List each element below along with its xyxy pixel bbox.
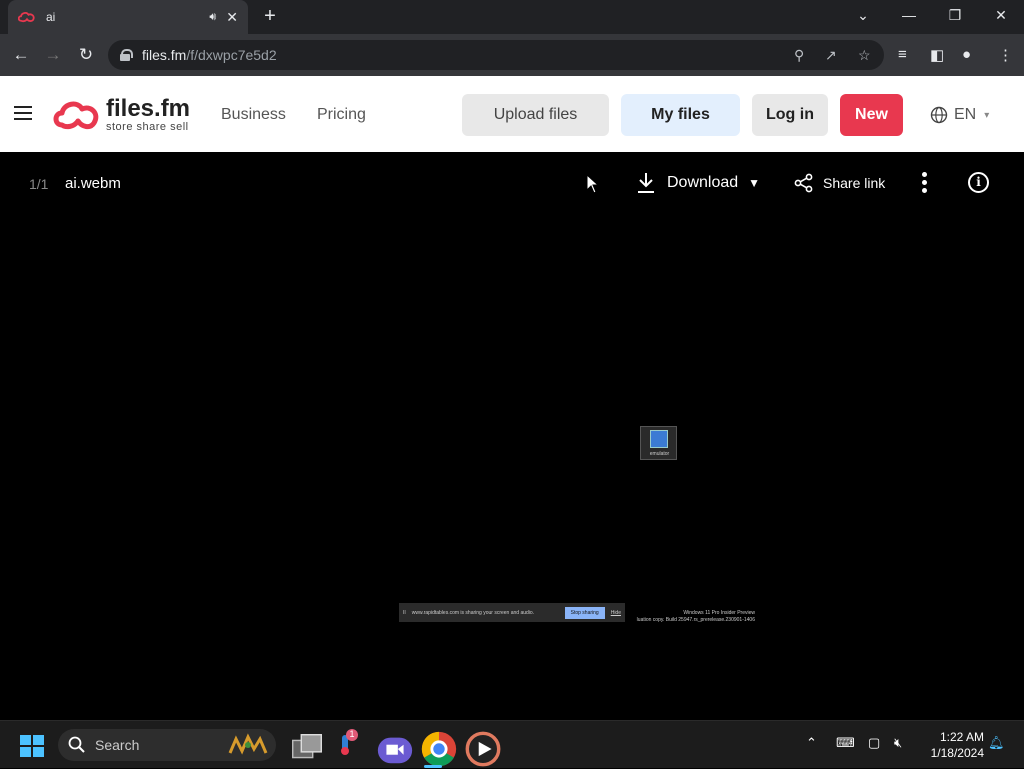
language-selector[interactable]: EN ▾ [930, 106, 989, 124]
site-header: files.fm store share sell Business Prici… [0, 76, 1024, 152]
share-notice-text: www.rapidtables.com is sharing your scre… [411, 609, 535, 616]
reload-icon[interactable]: ↻ [73, 42, 99, 68]
hide-label: Hide [610, 609, 621, 616]
windows-watermark: Windows 11 Pro Insider Preview luation c… [625, 610, 755, 624]
restore-button[interactable]: ❐ [932, 0, 978, 30]
files-fm-logo[interactable]: files.fm store share sell [52, 96, 190, 134]
emulator-app-icon [650, 430, 668, 448]
close-window-button[interactable]: ✕ [978, 0, 1024, 30]
close-tab-icon[interactable]: ✕ [226, 9, 238, 26]
search-icon [68, 736, 85, 753]
search-label: Search [95, 737, 140, 753]
stop-sharing-label: Stop sharing [564, 606, 605, 619]
media-player-icon[interactable] [463, 729, 503, 769]
hamburger-menu-icon[interactable] [14, 106, 32, 120]
media-viewer[interactable]: 1/1 ai.webm Download ▼ Share link i emul… [0, 152, 1024, 720]
meet-video-icon[interactable] [375, 729, 415, 769]
watermark-line2: luation copy. Build 25947.rs_prerelease.… [636, 617, 755, 623]
notification-badge: 1 [349, 729, 355, 739]
taskbar-search-box[interactable]: Search [58, 729, 276, 761]
more-options-icon[interactable] [921, 172, 929, 194]
address-bar[interactable]: files.fm/f/dxwpc7e5d2 ⚲ ↗ ☆ [108, 40, 884, 70]
pause-icon: II [403, 609, 406, 616]
share-page-icon[interactable]: ↗ [825, 47, 837, 64]
logo-name: files.fm [106, 95, 191, 122]
side-panel-icon[interactable]: ◧ [930, 46, 944, 64]
new-tab-button[interactable]: + [258, 4, 282, 28]
mouse-cursor-icon [586, 174, 600, 194]
profile-avatar-icon[interactable]: ● [962, 46, 971, 63]
windows-taskbar: Search 1 ⌃ ⌨ ▢ 🔇︎ 1:22 AM 1/18/2024 🔔︎ [0, 720, 1024, 768]
video-screen-share-bar: II www.rapidtables.com is sharing your s… [399, 603, 625, 622]
url-path: /f/dxwpc7e5d2 [186, 47, 277, 63]
video-desktop-icon: emulator [640, 426, 677, 460]
tab-title: ai [46, 10, 56, 24]
taskbar-clock[interactable]: 1:22 AM 1/18/2024 [918, 729, 984, 761]
chevron-down-icon: ▾ [984, 109, 990, 121]
back-arrow-icon[interactable]: ← [8, 42, 34, 68]
minimize-button[interactable]: — [886, 0, 932, 30]
browser-tab[interactable]: ai 🔊︎ ✕ [8, 0, 248, 34]
new-button[interactable]: New [840, 94, 903, 136]
download-button[interactable]: Download ▼ [636, 172, 760, 194]
upload-files-button[interactable]: Upload files [462, 94, 609, 136]
search-highlight-illustration-icon [228, 733, 268, 755]
language-label: EN [954, 106, 977, 123]
share-icon [794, 173, 813, 193]
desktop-icon-label: emulator [649, 451, 670, 457]
logo-tagline: store share sell [106, 121, 189, 133]
network-display-icon[interactable]: ▢ [868, 735, 880, 751]
nav-pricing-link[interactable]: Pricing [317, 106, 366, 124]
bookmark-star-icon[interactable]: ☆ [858, 47, 871, 64]
files-fm-favicon-icon [18, 12, 35, 23]
tab-search-chevron-icon[interactable]: ⌄ [840, 0, 886, 30]
download-label: Download [667, 174, 739, 191]
my-files-button[interactable]: My files [621, 94, 740, 136]
volume-muted-icon[interactable]: 🔇︎ [894, 735, 902, 751]
log-in-button[interactable]: Log in [752, 94, 828, 136]
forward-arrow-icon[interactable]: → [40, 42, 66, 68]
share-link-button[interactable]: Share link [794, 173, 885, 193]
notification-bell-icon[interactable]: 🔔︎ [988, 735, 1005, 751]
browser-toolbar: ← → ↻ files.fm/f/dxwpc7e5d2 ⚲ ↗ ☆ ≡ ◧ ● … [0, 34, 1024, 76]
chrome-menu-icon[interactable]: ⋮ [998, 46, 1013, 64]
clock-time: 1:22 AM [939, 730, 984, 744]
file-name: ai.webm [65, 175, 121, 192]
weather-app-icon[interactable]: 1 [332, 729, 372, 769]
download-dropdown-caret-icon[interactable]: ▼ [748, 176, 760, 190]
cloud-logo-icon [53, 101, 99, 130]
speaker-icon[interactable]: 🔊︎ [209, 11, 216, 24]
share-link-label: Share link [823, 175, 886, 191]
keyboard-icon[interactable]: ⌨ [836, 735, 855, 751]
task-view-icon[interactable] [287, 729, 327, 769]
url-host: files.fm [142, 47, 187, 63]
info-icon[interactable]: i [968, 172, 989, 193]
download-icon [638, 173, 654, 193]
zoom-search-icon[interactable]: ⚲ [794, 47, 804, 64]
chrome-app-icon[interactable] [419, 729, 459, 769]
windows-start-icon[interactable] [20, 735, 44, 757]
clock-date: 1/18/2024 [930, 746, 984, 760]
globe-icon [930, 106, 948, 124]
media-queue-icon[interactable]: ≡ [898, 46, 907, 63]
browser-tab-strip: ai 🔊︎ ✕ + ⌄ — ❐ ✕ [0, 0, 1024, 34]
watermark-line1: Windows 11 Pro Insider Preview [683, 610, 755, 616]
lock-icon[interactable] [120, 49, 133, 61]
file-counter: 1/1 [29, 176, 49, 192]
show-hidden-icons-chevron-icon[interactable]: ⌃ [806, 735, 817, 751]
nav-business-link[interactable]: Business [221, 106, 286, 124]
